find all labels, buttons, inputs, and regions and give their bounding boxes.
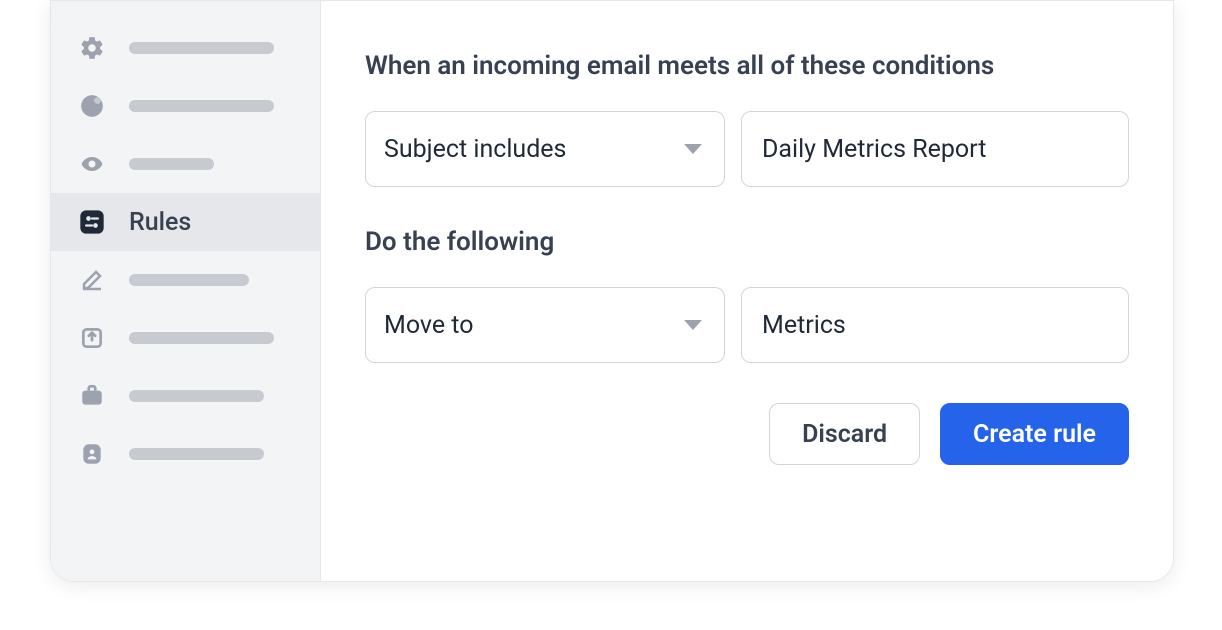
action-type-select[interactable]: Move to bbox=[365, 287, 725, 363]
actions-title: Do the following bbox=[365, 227, 1129, 257]
share-icon bbox=[77, 323, 107, 353]
sliders-icon bbox=[77, 207, 107, 237]
condition-row: Subject includes bbox=[365, 111, 1129, 187]
sidebar-item-label-placeholder bbox=[129, 332, 274, 344]
settings-card: Rules When an inco bbox=[50, 0, 1174, 582]
action-type-label: Move to bbox=[384, 311, 474, 340]
chevron-down-icon bbox=[684, 320, 702, 330]
sidebar-item-rules[interactable]: Rules bbox=[51, 193, 320, 251]
gear-icon bbox=[77, 33, 107, 63]
chevron-down-icon bbox=[684, 144, 702, 154]
sidebar-item-label: Rules bbox=[129, 208, 191, 237]
sidebar-item-contacts[interactable] bbox=[51, 425, 320, 483]
briefcase-icon bbox=[77, 381, 107, 411]
eye-icon bbox=[77, 149, 107, 179]
condition-type-select[interactable]: Subject includes bbox=[365, 111, 725, 187]
create-rule-button[interactable]: Create rule bbox=[940, 403, 1129, 465]
sidebar-item-label-placeholder bbox=[129, 390, 264, 402]
sidebar: Rules bbox=[51, 1, 321, 581]
action-value-input[interactable] bbox=[741, 287, 1129, 363]
action-row: Move to bbox=[365, 287, 1129, 363]
condition-type-label: Subject includes bbox=[384, 135, 566, 164]
conditions-title: When an incoming email meets all of thes… bbox=[365, 51, 1129, 81]
condition-value-input[interactable] bbox=[741, 111, 1129, 187]
sidebar-item-general[interactable] bbox=[51, 19, 320, 77]
sidebar-item-label-placeholder bbox=[129, 42, 274, 54]
sidebar-item-label-placeholder bbox=[129, 448, 264, 460]
sidebar-item-visibility[interactable] bbox=[51, 135, 320, 193]
main-content: When an incoming email meets all of thes… bbox=[321, 1, 1173, 581]
sidebar-item-vacation[interactable] bbox=[51, 367, 320, 425]
pie-chart-icon bbox=[77, 91, 107, 121]
button-row: Discard Create rule bbox=[365, 403, 1129, 465]
sidebar-item-label-placeholder bbox=[129, 274, 249, 286]
contact-icon bbox=[77, 439, 107, 469]
sidebar-item-compose[interactable] bbox=[51, 251, 320, 309]
sidebar-item-dashboard[interactable] bbox=[51, 77, 320, 135]
sidebar-item-label-placeholder bbox=[129, 158, 214, 170]
sidebar-item-forwarding[interactable] bbox=[51, 309, 320, 367]
pencil-icon bbox=[77, 265, 107, 295]
discard-button[interactable]: Discard bbox=[769, 403, 920, 465]
sidebar-item-label-placeholder bbox=[129, 100, 274, 112]
